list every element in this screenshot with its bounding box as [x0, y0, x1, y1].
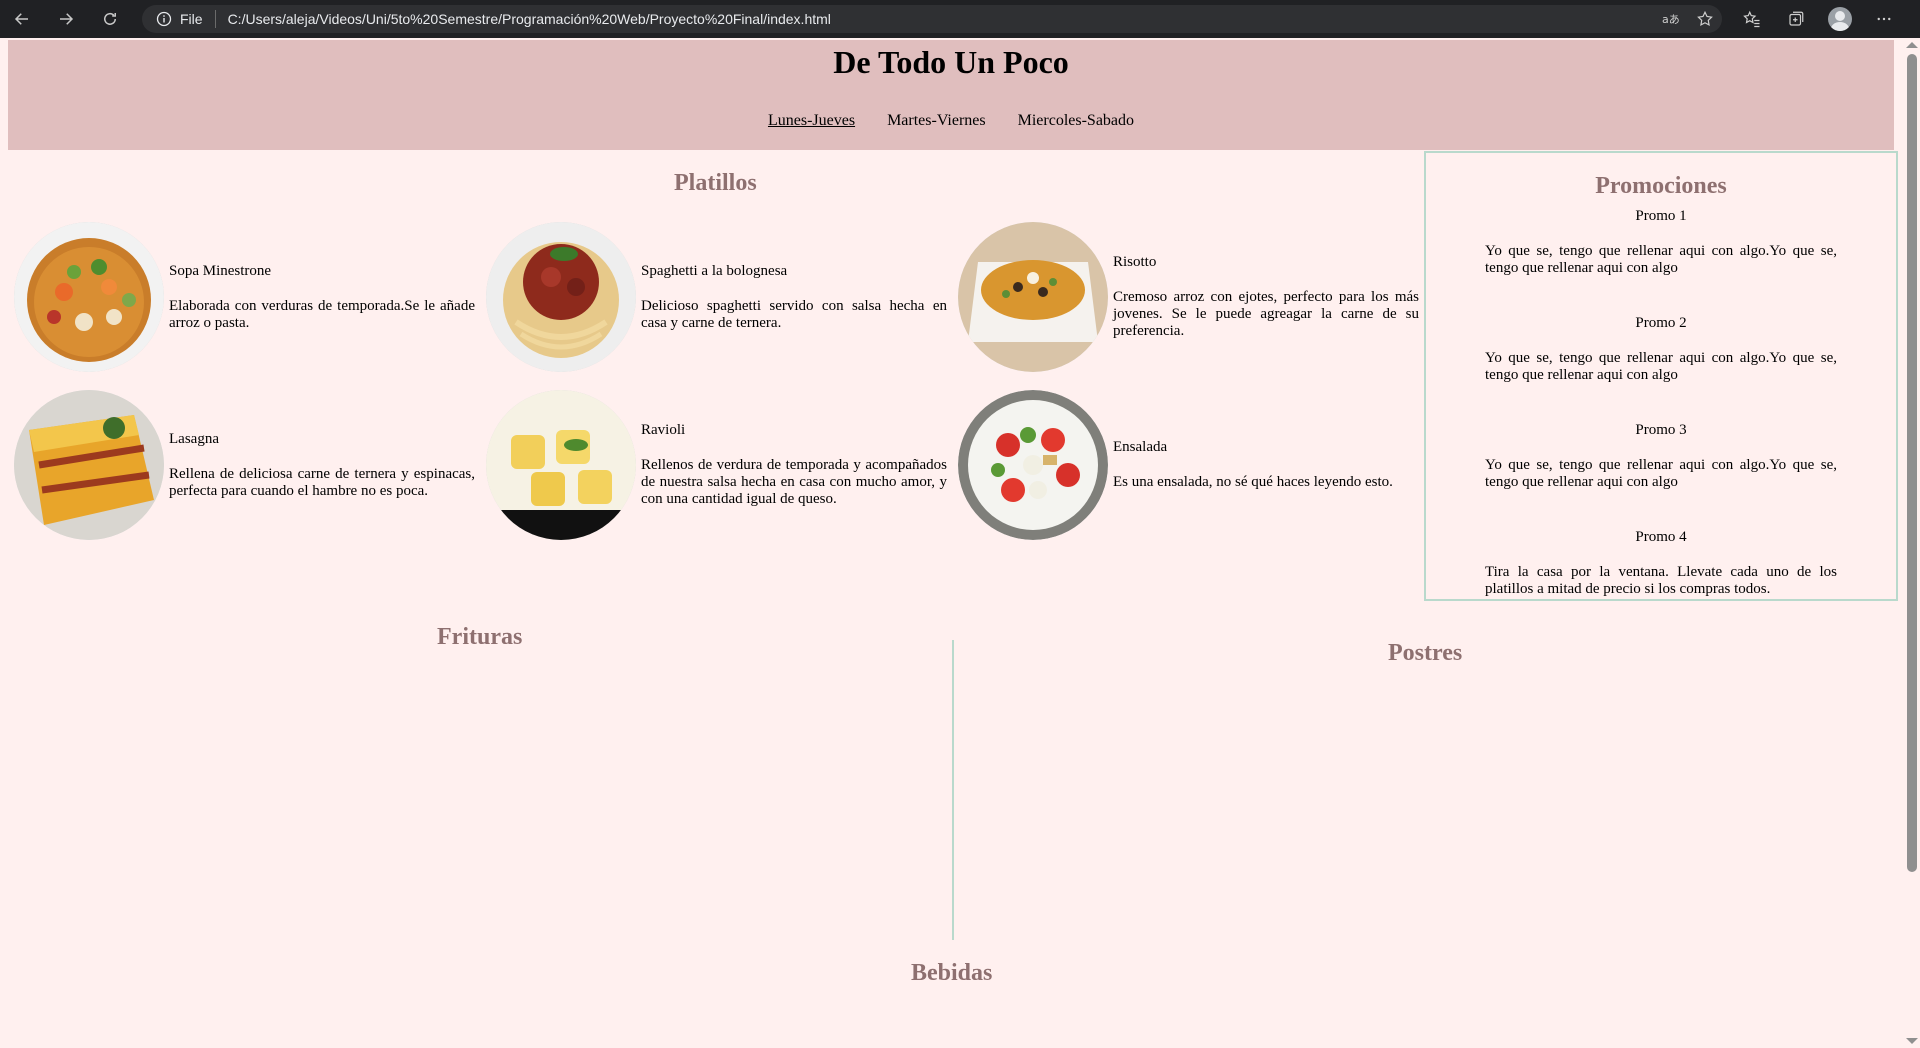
collections-icon[interactable]: [1774, 10, 1818, 28]
file-label: File: [180, 11, 203, 27]
url-text[interactable]: C:/Users/aleja/Videos/Uni/5to%20Semestre…: [228, 11, 831, 27]
page-viewport: De Todo Un Poco Lunes-Jueves Martes-Vier…: [0, 38, 1920, 1048]
reload-button[interactable]: [88, 0, 132, 38]
promociones-heading: Promociones: [1595, 173, 1727, 199]
site-title: De Todo Un Poco: [833, 44, 1069, 80]
dish-description: Cremoso arroz con ejotes, perfecto para …: [1113, 289, 1419, 339]
favorites-icon[interactable]: [1730, 10, 1774, 28]
dish-sopa-minestrone: Sopa Minestrone Elaborada con verduras d…: [14, 222, 484, 372]
promo-item: Promo 1 Yo que se, tengo que rellenar aq…: [1485, 208, 1837, 277]
promo-description: Yo que se, tengo que rellenar aqui con a…: [1485, 457, 1837, 490]
more-options-icon[interactable]: [1862, 10, 1906, 28]
dish-risotto: Risotto Cremoso arroz con ejotes, perfec…: [958, 222, 1428, 372]
dish-ensalada: Ensalada Es una ensalada, no sé qué hace…: [958, 390, 1428, 540]
promo-item: Promo 3 Yo que se, tengo que rellenar aq…: [1485, 422, 1837, 491]
dish-ravioli: Ravioli Rellenos de verdura de temporada…: [486, 390, 956, 540]
dish-description: Rellenos de verdura de temporada y acomp…: [641, 457, 947, 507]
promo-item: Promo 2 Yo que se, tengo que rellenar aq…: [1485, 315, 1837, 384]
dish-name: Ensalada: [1113, 439, 1168, 455]
nav-martes-viernes[interactable]: Martes-Viernes: [887, 112, 986, 129]
dish-image-ravioli: [486, 390, 636, 540]
dish-lasagna: Lasagna Rellena de deliciosa carne de te…: [14, 390, 484, 540]
address-divider: [214, 10, 216, 28]
promo-title: Promo 3: [1635, 422, 1687, 438]
schedule-nav: Lunes-Jueves Martes-Viernes Miercoles-Sa…: [8, 112, 1894, 130]
dish-image-soup: [14, 222, 164, 372]
forward-button[interactable]: [44, 0, 88, 38]
back-button[interactable]: [0, 0, 44, 38]
arrow-right-icon: [60, 13, 74, 25]
browser-toolbar: File C:/Users/aleja/Videos/Uni/5to%20Sem…: [0, 0, 1920, 38]
dish-spaghetti-bolognesa: Spaghetti a la bolognesa Delicioso spagh…: [486, 222, 956, 372]
scroll-up-icon[interactable]: [1906, 42, 1918, 48]
scroll-down-icon[interactable]: [1906, 1038, 1918, 1044]
add-favorite-icon[interactable]: [1688, 10, 1722, 28]
info-icon[interactable]: [150, 11, 178, 27]
profile-button[interactable]: [1818, 7, 1862, 31]
dish-name: Sopa Minestrone: [169, 262, 272, 279]
nav-miercoles-sabado[interactable]: Miercoles-Sabado: [1018, 112, 1134, 129]
svg-text:aあ: aあ: [1662, 13, 1680, 26]
bebidas-heading: Bebidas: [911, 960, 993, 986]
dish-image-lasagna: [14, 390, 164, 540]
dish-description: Rellena de deliciosa carne de ternera y …: [169, 465, 475, 499]
promo-title: Promo 2: [1635, 315, 1687, 331]
frituras-heading: Frituras: [437, 624, 523, 650]
promo-description: Tira la casa por la ventana. Llevate cad…: [1485, 564, 1837, 597]
promo-description: Yo que se, tengo que rellenar aqui con a…: [1485, 350, 1837, 383]
dish-image-spaghetti: [486, 222, 636, 372]
promo-item: Promo 4 Tira la casa por la ventana. Lle…: [1485, 529, 1837, 598]
scroll-thumb[interactable]: [1907, 54, 1917, 872]
reload-icon: [104, 12, 116, 25]
promo-title: Promo 1: [1635, 208, 1687, 224]
dish-description: Delicioso spaghetti servido con salsa he…: [641, 297, 947, 331]
promociones-panel: Promociones Promo 1 Yo que se, tengo que…: [1424, 151, 1898, 601]
section-divider: [952, 640, 954, 940]
nav-lunes-jueves[interactable]: Lunes-Jueves: [768, 112, 855, 129]
dish-description: Es una ensalada, no sé qué haces leyendo…: [1113, 474, 1393, 490]
arrow-left-icon: [14, 13, 28, 25]
dish-name: Lasagna: [169, 430, 219, 447]
promo-title: Promo 4: [1635, 529, 1687, 545]
postres-heading: Postres: [1388, 640, 1463, 666]
dish-description: Elaborada con verduras de temporada.Se l…: [169, 297, 475, 331]
dish-name: Risotto: [1113, 254, 1157, 270]
address-bar[interactable]: File C:/Users/aleja/Videos/Uni/5to%20Sem…: [142, 5, 1722, 33]
dish-name: Spaghetti a la bolognesa: [641, 262, 788, 279]
dish-name: Ravioli: [641, 422, 686, 438]
read-aloud-icon[interactable]: aあ: [1654, 11, 1688, 27]
vertical-scrollbar[interactable]: [1904, 40, 1918, 1046]
avatar: [1828, 7, 1852, 31]
platillos-heading: Platillos: [674, 170, 757, 196]
promo-description: Yo que se, tengo que rellenar aqui con a…: [1485, 243, 1837, 276]
site-header: De Todo Un Poco Lunes-Jueves Martes-Vier…: [8, 40, 1894, 150]
dish-image-salad: [958, 390, 1108, 540]
dish-image-risotto: [958, 222, 1108, 372]
